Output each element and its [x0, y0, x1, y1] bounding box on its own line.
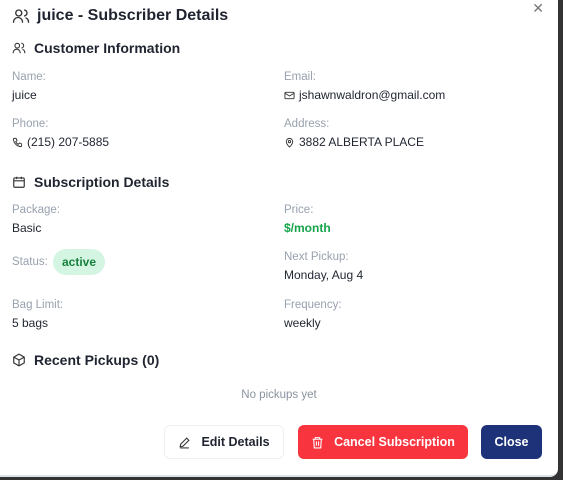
cancel-subscription-button[interactable]: Cancel Subscription	[298, 425, 468, 459]
status-badge: active	[53, 249, 106, 275]
name-label: Name:	[12, 71, 46, 83]
phone-label: Phone:	[12, 118, 49, 130]
map-pin-icon	[284, 137, 295, 148]
frequency-label: Frequency:	[284, 299, 342, 311]
price-value: $/month	[284, 221, 331, 235]
modal-title: juice - Subscriber Details	[12, 7, 228, 25]
email-value: jshawnwaldron@gmail.com	[284, 88, 445, 102]
package-value: Basic	[12, 221, 42, 235]
phone-icon	[12, 137, 23, 148]
email-label: Email:	[284, 71, 316, 83]
customer-heading: Customer Information	[12, 40, 180, 56]
subscriber-details-modal: juice - Subscriber Details ✕ Customer In…	[0, 0, 558, 477]
users-icon	[12, 41, 26, 55]
name-value: juice	[12, 88, 37, 102]
trash-icon	[311, 436, 324, 449]
pencil-icon	[178, 436, 191, 449]
frequency-value: weekly	[284, 316, 321, 330]
bag-limit-value: 5 bags	[12, 316, 49, 330]
close-icon[interactable]: ✕	[532, 0, 544, 17]
package-label: Package:	[12, 204, 60, 216]
status-label: Status:	[12, 256, 48, 268]
users-icon	[12, 7, 30, 25]
address-label: Address:	[284, 118, 330, 130]
address-value: 3882 ALBERTA PLACE	[284, 135, 424, 149]
edit-details-button[interactable]: Edit Details	[164, 425, 284, 459]
empty-pickups-text: No pickups yet	[241, 389, 317, 401]
price-label: Price:	[284, 204, 314, 216]
bag-limit-label: Bag Limit:	[12, 299, 64, 311]
mail-icon	[284, 90, 295, 101]
close-button[interactable]: Close	[481, 425, 542, 459]
calendar-icon	[12, 175, 26, 189]
package-icon	[12, 353, 26, 367]
subscription-heading: Subscription Details	[12, 174, 169, 190]
phone-value: (215) 207-5885	[12, 135, 109, 149]
pickups-heading: Recent Pickups (0)	[12, 352, 159, 368]
next-pickup-label: Next Pickup:	[284, 251, 349, 263]
next-pickup-value: Monday, Aug 4	[284, 268, 364, 282]
